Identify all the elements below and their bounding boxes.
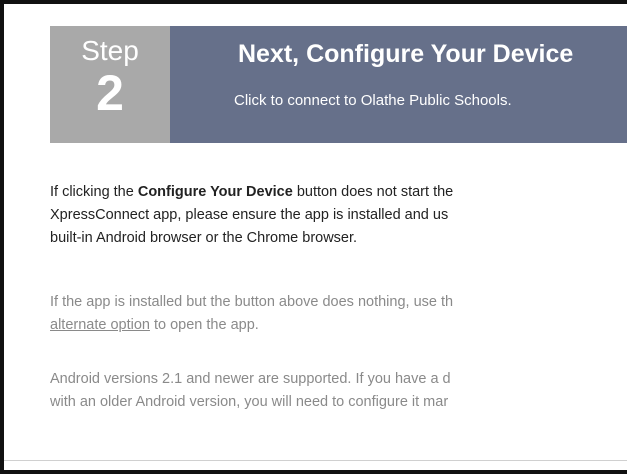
alternate-line-2: alternate option to open the app. <box>50 314 627 337</box>
instructions-paragraph: If clicking the Configure Your Device bu… <box>50 181 627 250</box>
support-line-1: Android versions 2.1 and newer are suppo… <box>50 371 451 387</box>
alternate-line-1: If the app is installed but the button a… <box>50 294 454 310</box>
support-paragraph: Android versions 2.1 and newer are suppo… <box>50 368 627 414</box>
step-title: Next, Configure Your Device <box>238 40 574 68</box>
step-number: 2 <box>96 65 124 121</box>
step-label: Step <box>81 35 139 66</box>
alternate-option-link[interactable]: alternate option <box>50 317 150 333</box>
configure-device-button[interactable]: Step 2 Next, Configure Your Device Click… <box>50 26 627 143</box>
content-area: Step 2 Next, Configure Your Device Click… <box>4 4 627 470</box>
support-line-2: with an older Android version, you will … <box>50 394 449 410</box>
divider <box>4 460 627 461</box>
bold-button-name: Configure Your Device <box>137 184 293 200</box>
step-indicator: Step 2 <box>50 26 170 143</box>
text-segment: If clicking the <box>50 184 138 200</box>
instructions-line-2: XpressConnect app, please ensure the app… <box>50 207 449 223</box>
text-segment: button does not start the <box>292 184 454 200</box>
step-banner-body: Next, Configure Your Device Click to con… <box>170 26 627 143</box>
text-segment: to open the app. <box>149 317 259 333</box>
alternate-paragraph: If the app is installed but the button a… <box>50 291 627 337</box>
step-subtitle: Click to connect to Olathe Public School… <box>234 92 512 109</box>
instructions-line-1: If clicking the Configure Your Device bu… <box>50 181 627 204</box>
instructions-line-3: built-in Android browser or the Chrome b… <box>50 230 358 246</box>
page-frame: Step 2 Next, Configure Your Device Click… <box>0 0 627 474</box>
